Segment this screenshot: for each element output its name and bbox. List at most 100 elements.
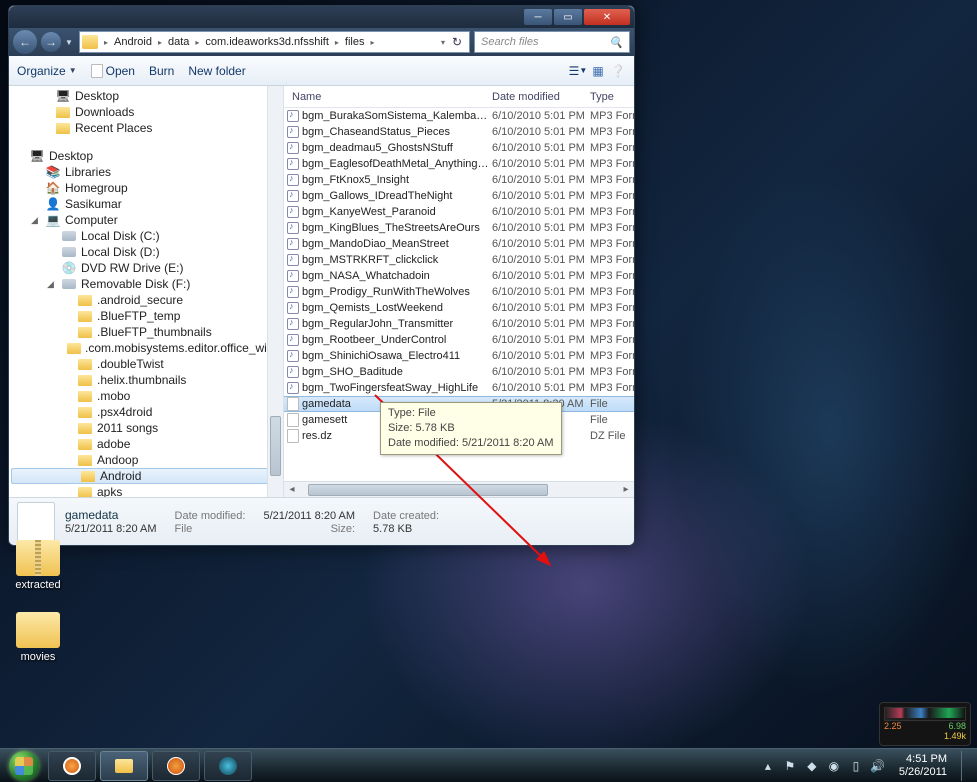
col-type[interactable]: Type — [590, 91, 634, 103]
network-icon[interactable]: ▯ — [849, 759, 863, 773]
chevron-right-icon[interactable]: ▸ — [104, 38, 108, 47]
nav-item[interactable]: .com.mobisystems.editor.office_with_reg — [9, 340, 283, 356]
nav-item[interactable]: Local Disk (D:) — [9, 244, 283, 260]
expand-icon[interactable]: ◢ — [47, 279, 57, 290]
nav-item[interactable]: Android — [11, 468, 281, 484]
forward-button[interactable]: → — [41, 32, 61, 52]
tray-app-icon[interactable]: ◆ — [805, 759, 819, 773]
scrollbar-thumb[interactable] — [308, 484, 548, 496]
nav-item[interactable]: ◢💻Computer — [9, 212, 283, 228]
chevron-down-icon[interactable]: ▾ — [441, 38, 445, 47]
file-row[interactable]: bgm_KanyeWest_Paranoid6/10/2010 5:01 PMM… — [284, 204, 634, 220]
volume-icon[interactable]: 🔊 — [871, 759, 885, 773]
column-headers[interactable]: Name Date modified Type — [284, 86, 634, 108]
maximize-button[interactable]: ▭ — [554, 9, 582, 25]
organize-menu[interactable]: Organize ▼ — [17, 64, 77, 78]
breadcrumb-seg[interactable]: Android — [110, 36, 156, 48]
nav-item[interactable]: .BlueFTP_thumbnails — [9, 324, 283, 340]
performance-gadget[interactable]: 2.256.98 1.49k — [879, 702, 971, 746]
file-row[interactable]: bgm_deadmau5_GhostsNStuff6/10/2010 5:01 … — [284, 140, 634, 156]
expand-icon[interactable]: ◢ — [31, 215, 41, 226]
newfolder-button[interactable]: New folder — [188, 64, 245, 78]
file-row[interactable]: bgm_ChaseandStatus_Pieces6/10/2010 5:01 … — [284, 124, 634, 140]
scroll-right-button[interactable]: ▸ — [618, 484, 634, 495]
taskbar-app[interactable] — [204, 751, 252, 781]
breadcrumb[interactable]: ▸ Android ▸ data ▸ com.ideaworks3d.nfssh… — [79, 31, 470, 53]
chevron-right-icon[interactable]: ▸ — [195, 38, 199, 47]
open-button[interactable]: Open — [91, 64, 135, 78]
file-row[interactable]: bgm_Prodigy_RunWithTheWolves6/10/2010 5:… — [284, 284, 634, 300]
file-row[interactable]: bgm_TwoFingersfeatSway_HighLife6/10/2010… — [284, 380, 634, 396]
col-name[interactable]: Name — [284, 91, 492, 103]
nav-item[interactable]: 2011 songs — [9, 420, 283, 436]
start-button[interactable] — [4, 750, 44, 782]
back-button[interactable]: ← — [13, 30, 37, 54]
chevron-right-icon[interactable]: ▸ — [158, 38, 162, 47]
breadcrumb-seg[interactable]: com.ideaworks3d.nfsshift — [201, 36, 333, 48]
nav-item[interactable]: 👤Sasikumar — [9, 196, 283, 212]
file-row[interactable]: bgm_RegularJohn_Transmitter6/10/2010 5:0… — [284, 316, 634, 332]
nav-scrollbar[interactable] — [267, 86, 283, 497]
nav-item[interactable]: adobe — [9, 436, 283, 452]
nav-item[interactable]: 💿DVD RW Drive (E:) — [9, 260, 283, 276]
nav-item[interactable]: Local Disk (C:) — [9, 228, 283, 244]
nav-item[interactable]: .helix.thumbnails — [9, 372, 283, 388]
view-options-button[interactable]: ☰ ▼ — [570, 63, 586, 79]
nav-item[interactable]: .BlueFTP_temp — [9, 308, 283, 324]
nav-item[interactable]: Downloads — [9, 104, 283, 120]
scrollbar-thumb[interactable] — [270, 416, 281, 476]
file-row[interactable]: bgm_EaglesofDeathMetal_AnythingCept...6/… — [284, 156, 634, 172]
file-row[interactable]: bgm_Gallows_IDreadTheNight6/10/2010 5:01… — [284, 188, 634, 204]
breadcrumb-seg[interactable]: data — [164, 36, 193, 48]
desktop-icon[interactable]: movies — [8, 612, 68, 663]
close-button[interactable]: ✕ — [584, 9, 630, 25]
show-hidden-icon[interactable]: ▴ — [761, 759, 775, 773]
nav-item[interactable]: Andoop — [9, 452, 283, 468]
preview-pane-button[interactable]: ▦ — [590, 63, 606, 79]
desktop-icon[interactable]: extracted — [8, 540, 68, 591]
file-row[interactable]: bgm_KingBlues_TheStreetsAreOurs6/10/2010… — [284, 220, 634, 236]
taskbar-explorer[interactable] — [100, 751, 148, 781]
file-row[interactable]: bgm_ShinichiOsawa_Electro4116/10/2010 5:… — [284, 348, 634, 364]
nav-item-label: Removable Disk (F:) — [81, 277, 190, 291]
nav-item[interactable]: Recent Places — [9, 120, 283, 136]
taskbar-wmp[interactable] — [48, 751, 96, 781]
file-row[interactable]: bgm_Qemists_LostWeekend6/10/2010 5:01 PM… — [284, 300, 634, 316]
nav-item[interactable]: apks — [9, 484, 283, 497]
horizontal-scrollbar[interactable]: ◂ ▸ — [284, 481, 634, 497]
nav-item[interactable]: 🏠Homegroup — [9, 180, 283, 196]
chevron-right-icon[interactable]: ▸ — [370, 38, 374, 47]
nav-item[interactable]: .psx4droid — [9, 404, 283, 420]
nav-item[interactable]: .android_secure — [9, 292, 283, 308]
action-center-icon[interactable]: ⚑ — [783, 759, 797, 773]
file-row[interactable]: bgm_MSTRKRFT_clickclick6/10/2010 5:01 PM… — [284, 252, 634, 268]
file-row[interactable]: bgm_Rootbeer_UnderControl6/10/2010 5:01 … — [284, 332, 634, 348]
file-row[interactable]: bgm_MandoDiao_MeanStreet6/10/2010 5:01 P… — [284, 236, 634, 252]
nav-item[interactable]: .doubleTwist — [9, 356, 283, 372]
nav-item[interactable]: 🖥Desktop — [9, 88, 283, 104]
burn-button[interactable]: Burn — [149, 64, 174, 78]
nav-item[interactable]: ◢ Removable Disk (F:) — [9, 276, 283, 292]
chevron-right-icon[interactable]: ▸ — [335, 38, 339, 47]
col-date[interactable]: Date modified — [492, 91, 590, 103]
search-input[interactable]: Search files🔍 — [474, 31, 630, 53]
titlebar[interactable]: ─ ▭ ✕ — [9, 6, 634, 28]
minimize-button[interactable]: ─ — [524, 9, 552, 25]
help-button[interactable]: ❔ — [610, 63, 626, 79]
scroll-left-button[interactable]: ◂ — [284, 484, 300, 495]
file-row[interactable]: bgm_NASA_Whatchadoin6/10/2010 5:01 PMMP3… — [284, 268, 634, 284]
nav-item[interactable]: 📚Libraries — [9, 164, 283, 180]
tray-app-icon[interactable]: ◉ — [827, 759, 841, 773]
file-row[interactable]: bgm_FtKnox5_Insight6/10/2010 5:01 PMMP3 … — [284, 172, 634, 188]
breadcrumb-seg[interactable]: files — [341, 36, 369, 48]
show-desktop-button[interactable] — [961, 751, 971, 781]
file-row[interactable]: bgm_BurakaSomSistema_KalembaWegu...6/10/… — [284, 108, 634, 124]
nav-item-label: .BlueFTP_thumbnails — [97, 325, 212, 339]
nav-item[interactable]: .mobo — [9, 388, 283, 404]
clock[interactable]: 4:51 PM 5/26/2011 — [893, 753, 953, 777]
taskbar-firefox[interactable] — [152, 751, 200, 781]
history-dropdown[interactable]: ▼ — [65, 38, 75, 47]
file-row[interactable]: bgm_SHO_Baditude6/10/2010 5:01 PMMP3 For… — [284, 364, 634, 380]
refresh-button[interactable]: ↻ — [447, 35, 467, 49]
nav-item[interactable]: 🖥Desktop — [9, 148, 283, 164]
